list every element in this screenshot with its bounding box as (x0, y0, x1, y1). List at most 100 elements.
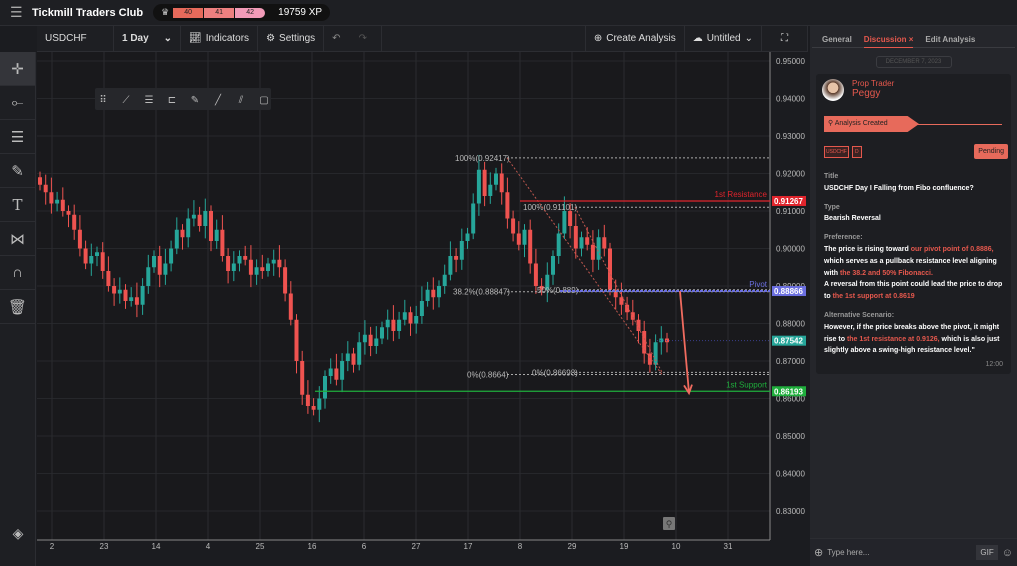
undo-icon[interactable]: ↶ (332, 33, 340, 44)
drag-handle-icon[interactable]: ⠿ (99, 95, 106, 106)
trash-tool[interactable]: 🗑︎ (0, 290, 35, 324)
multi-line-tool[interactable]: ☰ (0, 120, 35, 154)
emoji-icon[interactable]: ☺ (1002, 547, 1013, 559)
brush-tool[interactable]: ✎ (0, 154, 35, 188)
author-name: Peggy (852, 88, 881, 99)
indicators-label: Indicators (205, 33, 250, 44)
title-label: Title (824, 173, 839, 180)
app-title: Tickmill Traders Club (32, 6, 144, 19)
candle (391, 319, 396, 331)
level-label: 1st Resistance (715, 190, 768, 199)
price-tag-label: 0.88866 (774, 287, 803, 296)
plus-icon[interactable]: ⊕ (814, 546, 823, 559)
candle (77, 229, 82, 249)
level: 42 (235, 7, 266, 18)
candle (454, 256, 459, 260)
candle (66, 211, 71, 215)
candle (43, 184, 48, 193)
chart-icon: 📈︎ (189, 33, 202, 44)
candle (596, 237, 601, 260)
candle (123, 289, 128, 301)
price-chart[interactable]: 0.95000 0.94000 0.93000 0.92000 0.91000 0.900… (37, 52, 808, 552)
message-input[interactable]: Type here... (827, 548, 972, 557)
ray-icon[interactable]: ⫽ (238, 95, 244, 106)
candle (419, 301, 424, 316)
x-tick-label: 2 (50, 542, 55, 551)
parallel-channel-icon[interactable]: ☰ (145, 95, 154, 106)
panel-tabs: General Discussion × Edit Analysis (812, 26, 1015, 48)
trash-icon: 🗑︎ (7, 298, 28, 316)
candle (334, 368, 339, 380)
plus-circle-icon: ⊕ (593, 33, 603, 44)
chevron-down-icon: ⌄ (744, 33, 753, 44)
y-tick-label: 0.83000 (776, 507, 805, 516)
candle (266, 263, 270, 271)
brush-icon[interactable]: ✎ (191, 95, 199, 106)
rectangle-icon[interactable]: ▢ (259, 95, 268, 106)
candle (425, 289, 430, 301)
candle (625, 304, 630, 313)
trend-line-icon[interactable]: ⟋ (123, 95, 130, 106)
candle (488, 184, 493, 196)
fib-label: 38.2%(0.88847) (453, 288, 510, 297)
indicators-button[interactable]: 📈︎ Indicators (181, 25, 259, 52)
tab-discussion[interactable]: Discussion × (863, 35, 914, 48)
candle (146, 267, 151, 286)
message-composer: ⊕ Type here... GIF ☺ (810, 538, 1017, 566)
candle (106, 271, 111, 286)
symbol-button[interactable]: USDCHF (37, 25, 114, 52)
horizontal-line-tool[interactable]: ⟜ (0, 86, 35, 120)
candle (585, 237, 590, 245)
candle (169, 248, 174, 264)
gif-button[interactable]: GIF (976, 545, 998, 560)
horizontal-line-icon: ⟜ (11, 94, 24, 111)
candle (134, 297, 139, 305)
tab-edit-analysis[interactable]: Edit Analysis (925, 35, 975, 47)
magnet-tool[interactable]: ∩ (0, 256, 35, 290)
candle (556, 233, 561, 256)
candle (505, 192, 510, 219)
create-analysis-button[interactable]: ⊕ Create Analysis (584, 25, 685, 52)
create-label: Create Analysis (606, 33, 676, 44)
candle (140, 286, 145, 305)
x-tick-label: 25 (256, 542, 265, 551)
layers-icon[interactable]: ◈ (0, 525, 36, 542)
pattern-tool[interactable]: ⋈ (0, 222, 35, 256)
candle (300, 361, 305, 395)
fib-icon[interactable]: ⊏ (168, 95, 176, 106)
highlight-text: the 1st resistance at 0.9126, (846, 335, 940, 343)
candle (619, 297, 624, 305)
text-tool[interactable]: T (0, 188, 35, 222)
candle (294, 319, 299, 361)
close-icon[interactable]: × (909, 35, 914, 44)
fullscreen-button[interactable]: ⛶ (762, 25, 808, 52)
candle (271, 259, 276, 264)
crosshair-icon: ✛ (11, 60, 24, 78)
settings-button[interactable]: ⚙ Settings (258, 25, 325, 52)
redo-icon[interactable]: ↷ (359, 33, 367, 44)
side-panel: General Discussion × Edit Analysis DECEM… (810, 26, 1017, 566)
y-tick-label: 0.88000 (776, 320, 805, 329)
crosshair-tool[interactable]: ✛ (0, 52, 35, 86)
candle (231, 263, 236, 271)
interval-tag: D (852, 146, 862, 158)
candle (351, 353, 356, 365)
candle (516, 233, 521, 245)
file-select[interactable]: ☁ Untitled ⌄ (685, 25, 762, 52)
candle (448, 256, 453, 275)
chart-toolbar: USDCHF 1 Day ⌄ 📈︎ Indicators ⚙ Settings ↶ ↷ … (37, 25, 808, 52)
interval-select[interactable]: 1 Day ⌄ (114, 25, 181, 52)
candle (568, 211, 573, 226)
candle (328, 368, 333, 376)
line-icon[interactable]: ╱ (214, 93, 222, 106)
candle (288, 293, 293, 320)
tab-general[interactable]: General (822, 35, 852, 47)
level: 41 (204, 7, 235, 18)
x-tick-label: 16 (308, 542, 317, 551)
text-segment: The price is rising toward (824, 245, 911, 253)
candle (499, 173, 504, 193)
candle (528, 229, 533, 264)
candle (590, 244, 595, 260)
status-event: ⚲ Analysis Created (824, 116, 919, 132)
menu-icon[interactable]: ☰ (10, 4, 24, 21)
